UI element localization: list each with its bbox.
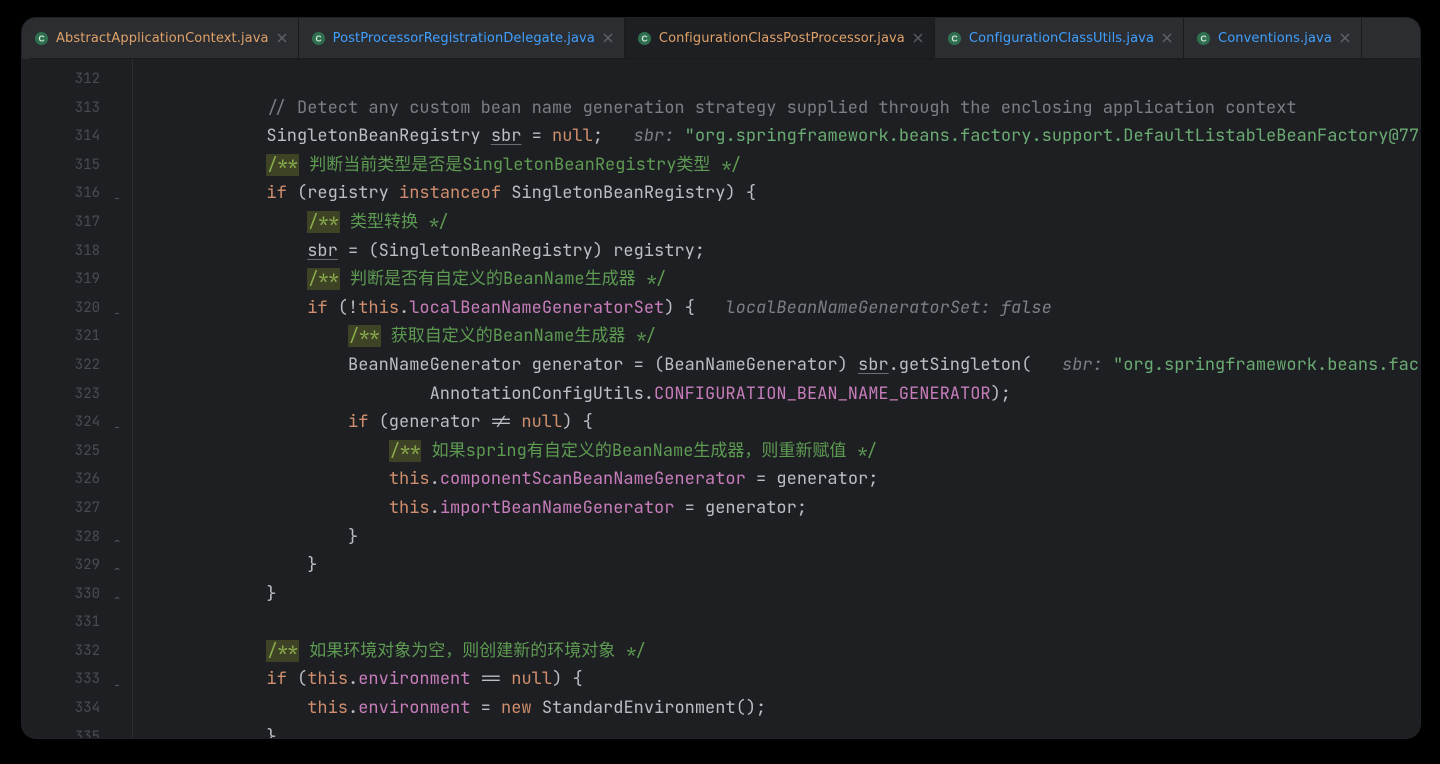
tab-0[interactable]: C AbstractApplicationContext.java: [22, 18, 299, 58]
code-line[interactable]: if (!this.localBeanNameGeneratorSet) { l…: [144, 294, 1420, 323]
svg-text:C: C: [951, 33, 957, 43]
java-class-icon: C: [1196, 31, 1211, 46]
fold-icon[interactable]: ⌃: [110, 529, 124, 558]
line-number: 318: [22, 237, 132, 266]
java-class-icon: C: [947, 31, 962, 46]
svg-text:C: C: [38, 33, 44, 43]
code-line[interactable]: /** 判断是否有自定义的BeanName生成器 */: [144, 265, 1420, 294]
code-line[interactable]: /** 如果spring有自定义的BeanName生成器，则重新赋值 */: [144, 437, 1420, 466]
tab-label: AbstractApplicationContext.java: [56, 31, 269, 46]
java-class-icon: C: [637, 31, 652, 46]
tab-bar: C AbstractApplicationContext.java C PostPro…: [22, 18, 1420, 59]
line-number: 314: [22, 122, 132, 151]
line-number: 326: [22, 465, 132, 494]
fold-icon[interactable]: −: [110, 672, 124, 701]
code-line[interactable]: this.componentScanBeanNameGenerator = ge…: [144, 465, 1420, 494]
line-number: 319: [22, 265, 132, 294]
line-number: 315: [22, 151, 132, 180]
svg-text:C: C: [641, 33, 647, 43]
close-icon[interactable]: [912, 32, 924, 44]
code-line[interactable]: }: [144, 723, 1420, 738]
close-icon[interactable]: [602, 32, 614, 44]
java-class-icon: C: [34, 31, 49, 46]
editor-window: C AbstractApplicationContext.java C PostPro…: [22, 18, 1420, 738]
code-line[interactable]: // Detect any custom bean name generatio…: [144, 94, 1420, 123]
svg-text:C: C: [315, 33, 321, 43]
fold-icon[interactable]: −: [110, 414, 124, 443]
fold-icon[interactable]: −: [110, 185, 124, 214]
line-number: 312: [22, 65, 132, 94]
code-line[interactable]: if (registry instanceof SingletonBeanReg…: [144, 179, 1420, 208]
code-line[interactable]: [144, 608, 1420, 637]
code-line[interactable]: /** 如果环境对象为空，则创建新的环境对象 */: [144, 637, 1420, 666]
code-line[interactable]: if (generator != null) {: [144, 408, 1420, 437]
tab-2[interactable]: C ConfigurationClassPostProcessor.java: [625, 18, 935, 58]
code-line[interactable]: }: [144, 551, 1420, 580]
code-line[interactable]: /** 类型转换 */: [144, 208, 1420, 237]
code-line[interactable]: BeanNameGenerator generator = (BeanNameG…: [144, 351, 1420, 380]
line-number: 323: [22, 380, 132, 409]
tab-4[interactable]: C Conventions.java: [1184, 18, 1362, 58]
line-number: 322: [22, 351, 132, 380]
line-number: 313: [22, 94, 132, 123]
gutter-separator: [132, 59, 133, 738]
code-line[interactable]: this.environment = new StandardEnvironme…: [144, 694, 1420, 723]
svg-text:C: C: [1201, 33, 1207, 43]
code-line[interactable]: AnnotationConfigUtils.CONFIGURATION_BEAN…: [144, 380, 1420, 409]
code-line[interactable]: sbr = (SingletonBeanRegistry) registry;: [144, 237, 1420, 266]
code-line[interactable]: if (this.environment == null) {: [144, 665, 1420, 694]
code-line[interactable]: /** 判断当前类型是否是SingletonBeanRegistry类型 */: [144, 151, 1420, 180]
tab-label: PostProcessorRegistrationDelegate.java: [333, 31, 595, 46]
code-editor[interactable]: 312313314315316−317318319320−32132232332…: [22, 59, 1420, 738]
close-icon[interactable]: [276, 32, 288, 44]
close-icon[interactable]: [1339, 32, 1351, 44]
java-class-icon: C: [311, 31, 326, 46]
fold-icon[interactable]: ⌃: [110, 557, 124, 586]
code-area[interactable]: // Detect any custom bean name generatio…: [132, 59, 1420, 738]
line-number-gutter: 312313314315316−317318319320−32132232332…: [22, 59, 132, 738]
tab-label: ConfigurationClassUtils.java: [969, 31, 1154, 46]
code-line[interactable]: SingletonBeanRegistry sbr = null; sbr: "…: [144, 122, 1420, 151]
code-line[interactable]: /** 获取自定义的BeanName生成器 */: [144, 322, 1420, 351]
code-line[interactable]: this.importBeanNameGenerator = generator…: [144, 494, 1420, 523]
line-number: 335: [22, 723, 132, 738]
code-line[interactable]: }: [144, 523, 1420, 552]
tab-3[interactable]: C ConfigurationClassUtils.java: [935, 18, 1184, 58]
code-line[interactable]: [144, 65, 1420, 94]
fold-icon[interactable]: ⌃: [110, 586, 124, 615]
code-line[interactable]: }: [144, 580, 1420, 609]
close-icon[interactable]: [1161, 32, 1173, 44]
fold-icon[interactable]: −: [110, 300, 124, 329]
tab-label: ConfigurationClassPostProcessor.java: [659, 31, 905, 46]
tab-1[interactable]: C PostProcessorRegistrationDelegate.java: [299, 18, 625, 58]
tab-label: Conventions.java: [1218, 31, 1332, 46]
line-number: 327: [22, 494, 132, 523]
line-number: 332: [22, 637, 132, 666]
